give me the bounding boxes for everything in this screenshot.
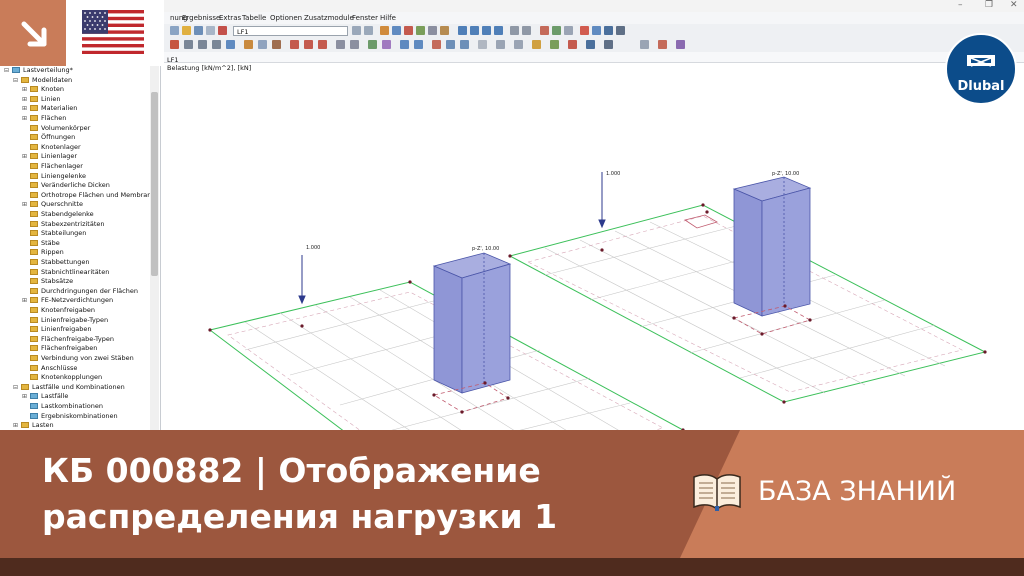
left-load-value: 1.000 bbox=[306, 245, 320, 251]
left-load-block bbox=[432, 252, 512, 394]
banner-title: КБ 000882 | Отображение распределения на… bbox=[42, 451, 558, 536]
knowledge-base-label: БАЗА ЗНАНИЙ bbox=[758, 476, 957, 507]
right-load-value: 1.000 bbox=[606, 171, 620, 177]
dlubal-wordmark: Dlubal bbox=[957, 79, 1005, 94]
left-block-value: p-Z', 10.00 bbox=[472, 246, 499, 252]
dlubal-logo: Dlubal bbox=[945, 33, 1017, 105]
right-load-block bbox=[732, 176, 812, 317]
us-flag-icon bbox=[82, 10, 144, 54]
banner-footer-strip bbox=[0, 558, 1024, 576]
arrow-down-right-icon bbox=[21, 21, 47, 47]
right-block-value: p-Z', 10.00 bbox=[772, 171, 799, 177]
right-load-arrow bbox=[598, 172, 606, 229]
language-flag bbox=[66, 0, 164, 66]
navigation-badge bbox=[0, 0, 66, 66]
book-icon bbox=[693, 474, 741, 511]
left-load-arrow bbox=[298, 255, 306, 305]
bridge-icon bbox=[967, 55, 995, 67]
